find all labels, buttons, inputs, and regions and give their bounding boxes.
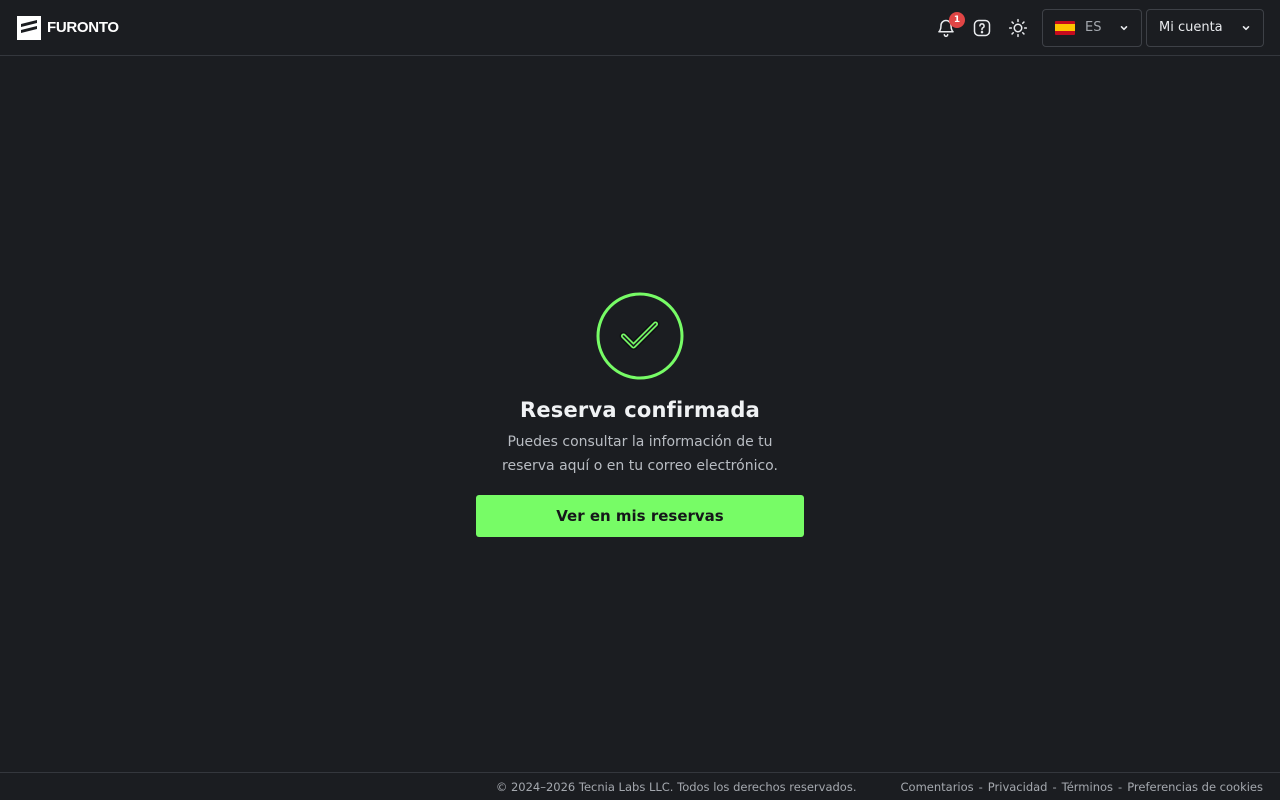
- footer-separator: -: [1052, 779, 1057, 794]
- footer: © 2024–2026 Tecnia Labs LLC. Todos los d…: [0, 772, 1280, 800]
- sun-icon: [1008, 18, 1028, 37]
- footer-separator: -: [978, 779, 983, 794]
- spain-flag-icon: [1055, 20, 1075, 35]
- account-label: Mi cuenta: [1159, 20, 1223, 35]
- confirmation-panel: Reserva confirmada Puedes consultar la i…: [476, 292, 804, 537]
- language-selector[interactable]: ES: [1042, 8, 1142, 47]
- furonto-logo-icon: [17, 15, 41, 40]
- confirmation-title: Reserva confirmada: [519, 398, 761, 422]
- feedback-link[interactable]: Comentarios: [901, 780, 974, 794]
- chevron-down-icon: [1120, 25, 1128, 30]
- account-menu-button[interactable]: Mi cuenta: [1146, 8, 1264, 47]
- chevron-down-icon: [1242, 25, 1250, 30]
- privacy-link[interactable]: Privacidad: [988, 780, 1048, 794]
- brand-name: FURONTO: [47, 19, 119, 36]
- confirmation-description: Puedes consultar la información de tu re…: [502, 434, 778, 474]
- help-icon: [973, 19, 991, 36]
- footer-links: Comentarios - Privacidad - Términos - Pr…: [901, 780, 1264, 794]
- cookie-preferences-link[interactable]: Preferencias de cookies: [1127, 780, 1263, 794]
- notification-count-badge: 1: [949, 11, 965, 28]
- help-button[interactable]: [964, 10, 1000, 46]
- top-bar: FURONTO 1 ES Mi cuenta: [0, 0, 1280, 56]
- language-code: ES: [1085, 20, 1102, 35]
- footer-separator: -: [1118, 779, 1123, 794]
- main-content: Reserva confirmada Puedes consultar la i…: [0, 56, 1280, 772]
- notifications-button[interactable]: 1: [928, 10, 965, 46]
- theme-toggle-button[interactable]: [1000, 10, 1036, 46]
- check-circle-icon: [596, 292, 684, 380]
- view-bookings-button[interactable]: Ver en mis reservas: [476, 495, 804, 537]
- copyright-text: © 2024–2026 Tecnia Labs LLC. Todos los d…: [495, 779, 857, 794]
- brand-logo[interactable]: FURONTO: [17, 15, 119, 40]
- terms-link[interactable]: Términos: [1062, 780, 1113, 794]
